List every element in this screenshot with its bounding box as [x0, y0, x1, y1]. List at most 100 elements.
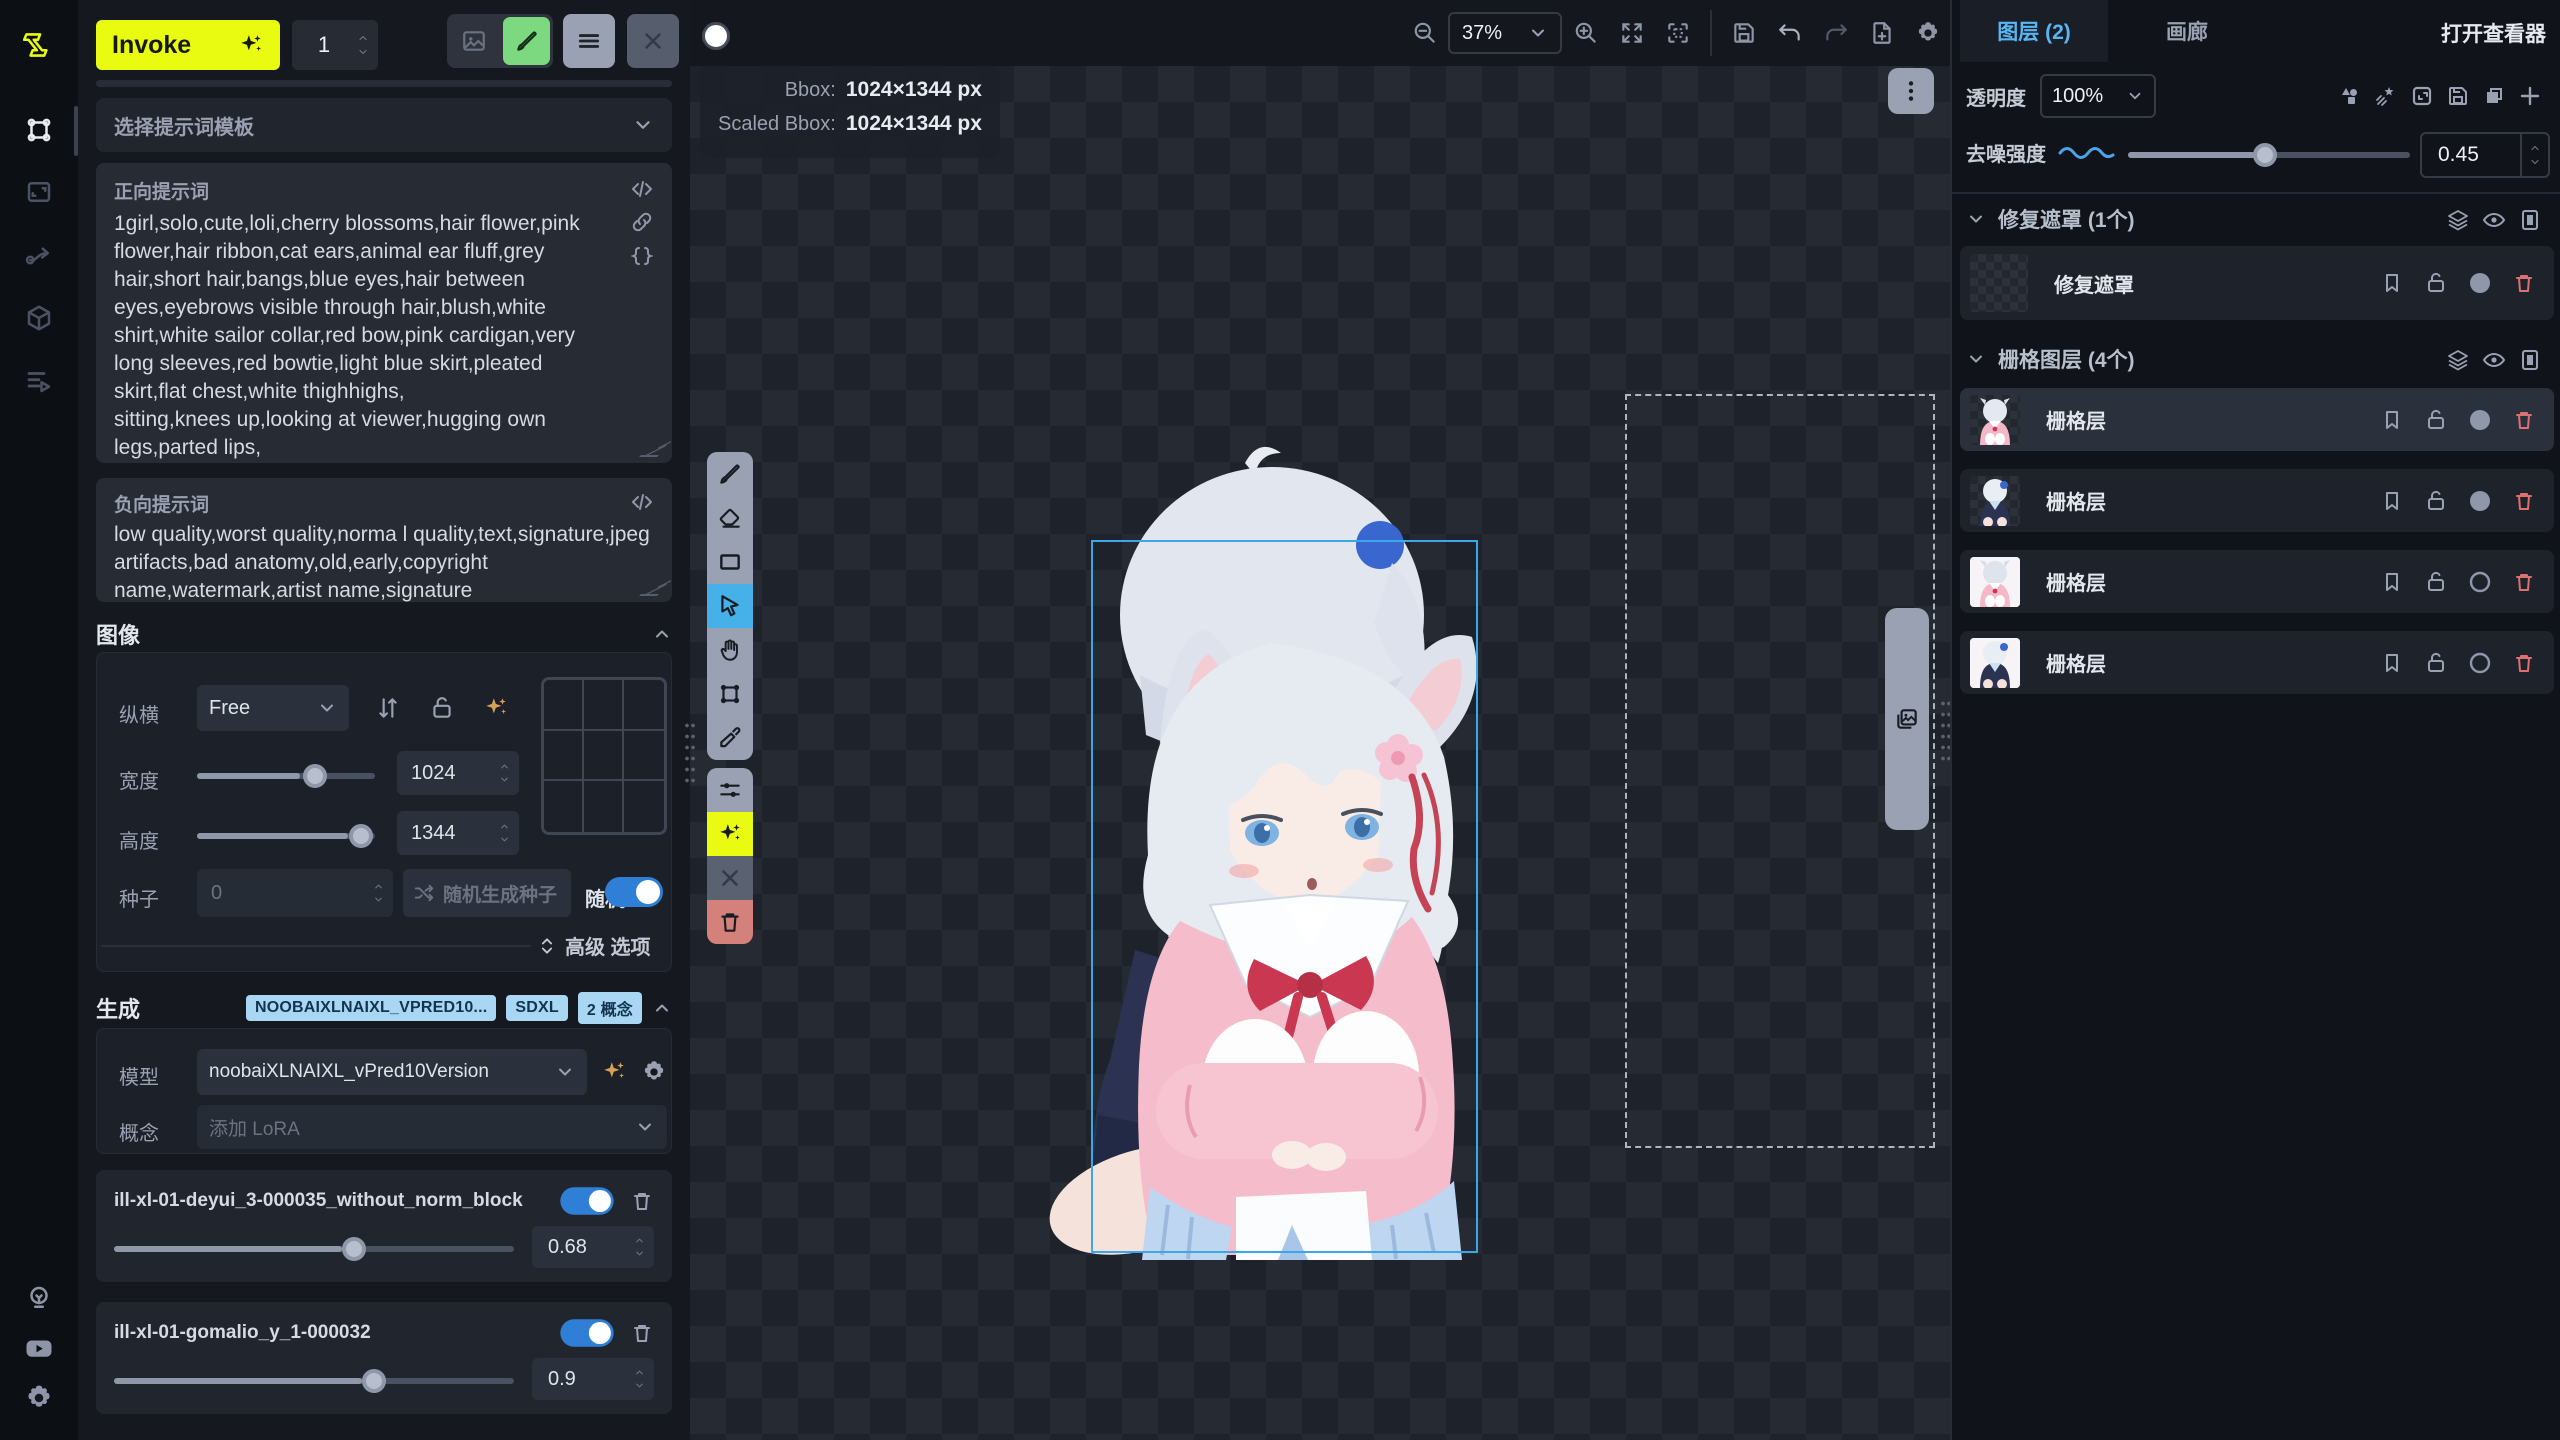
denoise-input[interactable]: 0.45: [2420, 132, 2550, 178]
lora-enabled-toggle[interactable]: [560, 1319, 613, 1347]
visibility-dot-outline[interactable]: [2462, 645, 2498, 681]
inpaint-section-header[interactable]: 修复遮罩 (1个): [1966, 204, 2135, 234]
rail-tab-models[interactable]: [17, 296, 61, 340]
code-view-icon[interactable]: [630, 177, 654, 204]
lock-icon[interactable]: [2418, 265, 2454, 301]
isolate-layer-icon[interactable]: [2512, 202, 2548, 238]
rail-tab-workflows[interactable]: [17, 233, 61, 277]
brush-color-swatch[interactable]: [702, 22, 730, 50]
gallery-toggle-button[interactable]: [1885, 608, 1929, 830]
model-settings-icon[interactable]: [641, 1059, 667, 1085]
lora-weight-slider[interactable]: [114, 1378, 514, 1384]
collapse-icon[interactable]: [652, 624, 672, 644]
rail-tab-upscale[interactable]: [17, 170, 61, 214]
negative-prompt-input[interactable]: low quality,worst quality,norma l qualit…: [114, 521, 654, 605]
layers-stack-icon[interactable]: [2440, 342, 2476, 378]
lock-icon[interactable]: [2418, 564, 2454, 600]
bookmark-icon[interactable]: [2374, 402, 2410, 438]
lock-aspect-icon[interactable]: [429, 695, 455, 721]
delete-action[interactable]: [707, 900, 753, 944]
height-input[interactable]: 1344: [397, 811, 519, 855]
canvas-mode-button[interactable]: [503, 17, 550, 65]
canvas-area[interactable]: 37% Bbox: 1024×1344 px Scaled Bbox: 1024…: [690, 0, 1950, 1440]
rail-tab-queue[interactable]: [17, 359, 61, 403]
raster-layer-row[interactable]: 栅格层: [1960, 469, 2554, 532]
inpaint-mask-row[interactable]: 修复遮罩: [1960, 246, 2554, 320]
lora-enabled-toggle[interactable]: [560, 1187, 613, 1215]
visibility-dot-outline[interactable]: [2462, 564, 2498, 600]
tab-gallery[interactable]: 画廊: [2127, 0, 2247, 62]
mask-color-dot[interactable]: [2462, 265, 2498, 301]
panel-resize-handle[interactable]: [684, 720, 696, 784]
height-slider[interactable]: [197, 833, 375, 839]
eraser-tool[interactable]: [707, 496, 753, 540]
model-select[interactable]: noobaiXLNAIXL_vPred10Version: [197, 1049, 587, 1095]
delete-layer-icon[interactable]: [2506, 265, 2542, 301]
ai-filter-icon[interactable]: [2368, 78, 2404, 114]
lock-icon[interactable]: [2418, 483, 2454, 519]
seed-input[interactable]: 0: [197, 869, 393, 917]
tips-icon[interactable]: [17, 1276, 61, 1320]
visibility-dot-filled[interactable]: [2462, 402, 2498, 438]
bookmark-icon[interactable]: [2374, 564, 2410, 600]
visibility-dot-filled[interactable]: [2462, 483, 2498, 519]
canvas-menu-button[interactable]: [1888, 68, 1934, 114]
queue-count-arrows[interactable]: [356, 32, 378, 58]
clear-button[interactable]: [627, 14, 679, 68]
collapse-icon[interactable]: [652, 998, 672, 1018]
raster-section-header[interactable]: 栅格图层 (4个): [1966, 344, 2135, 374]
visibility-eye-icon[interactable]: [2476, 202, 2512, 238]
lora-delete-icon[interactable]: [630, 1189, 654, 1213]
new-session-icon[interactable]: [1862, 13, 1902, 53]
layers-stack-icon[interactable]: [2440, 202, 2476, 238]
opacity-select[interactable]: 100%: [2040, 74, 2156, 118]
lora-weight-slider[interactable]: [114, 1246, 514, 1252]
raster-layer-row[interactable]: 栅格层: [1960, 631, 2554, 694]
zoom-level-select[interactable]: 37%: [1448, 12, 1562, 54]
raster-layer-row[interactable]: 栅格层: [1960, 388, 2554, 451]
swap-dimensions-icon[interactable]: [375, 695, 401, 721]
lock-icon[interactable]: [2418, 402, 2454, 438]
save-layer-icon[interactable]: [2440, 78, 2476, 114]
lora-weight-input[interactable]: 0.9: [532, 1358, 654, 1400]
code-view-icon[interactable]: [630, 490, 654, 517]
image-mode-button[interactable]: [447, 14, 500, 68]
lock-icon[interactable]: [2418, 645, 2454, 681]
prompt-template-picker[interactable]: 选择提示词模板: [96, 98, 672, 152]
youtube-icon[interactable]: [17, 1326, 61, 1370]
fit-bbox-icon[interactable]: [1658, 13, 1698, 53]
add-lora-select[interactable]: 添加 LoRA: [197, 1105, 667, 1149]
braces-embedding-icon[interactable]: [630, 244, 654, 268]
generation-section-header[interactable]: 生成 NOOBAIXLNAIXL_VPRED10... SDXL 2 概念: [96, 992, 672, 1024]
fit-layer-icon[interactable]: [2404, 78, 2440, 114]
menu-button[interactable]: [563, 14, 615, 68]
fit-view-icon[interactable]: [1612, 13, 1652, 53]
rect-tool[interactable]: [707, 540, 753, 584]
generation-bbox[interactable]: [1091, 540, 1478, 1253]
bookmark-icon[interactable]: [2374, 483, 2410, 519]
width-slider[interactable]: [197, 773, 375, 779]
canvas-settings-icon[interactable]: [1908, 13, 1948, 53]
filter-action[interactable]: [707, 768, 753, 812]
delete-layer-icon[interactable]: [2506, 564, 2542, 600]
brush-tool[interactable]: [707, 452, 753, 496]
lora-weight-input[interactable]: 0.68: [532, 1226, 654, 1268]
open-viewer-button[interactable]: 打开查看器: [2441, 18, 2546, 48]
invoke-button[interactable]: Invoke: [96, 20, 280, 70]
random-seed-toggle[interactable]: [605, 877, 663, 907]
denoise-slider[interactable]: [2128, 152, 2410, 158]
link-lora-icon[interactable]: [630, 210, 654, 234]
positive-prompt-input[interactable]: 1girl,solo,cute,loli,cherry blossoms,hai…: [114, 210, 619, 462]
advanced-options-toggle[interactable]: 高级 选项: [537, 931, 651, 960]
cancel-action[interactable]: [707, 856, 753, 900]
settings-gear-icon[interactable]: [17, 1376, 61, 1420]
model-sparkle-icon[interactable]: [601, 1059, 627, 1085]
select-tool-active[interactable]: [707, 584, 753, 628]
delete-layer-icon[interactable]: [2506, 645, 2542, 681]
lora-delete-icon[interactable]: [630, 1321, 654, 1345]
tab-layers[interactable]: 图层 (2): [1960, 0, 2108, 62]
undo-icon[interactable]: [1770, 13, 1810, 53]
queue-count-stepper[interactable]: 1: [292, 20, 378, 70]
eyedropper-tool[interactable]: [707, 716, 753, 760]
bbox-tool[interactable]: [707, 672, 753, 716]
